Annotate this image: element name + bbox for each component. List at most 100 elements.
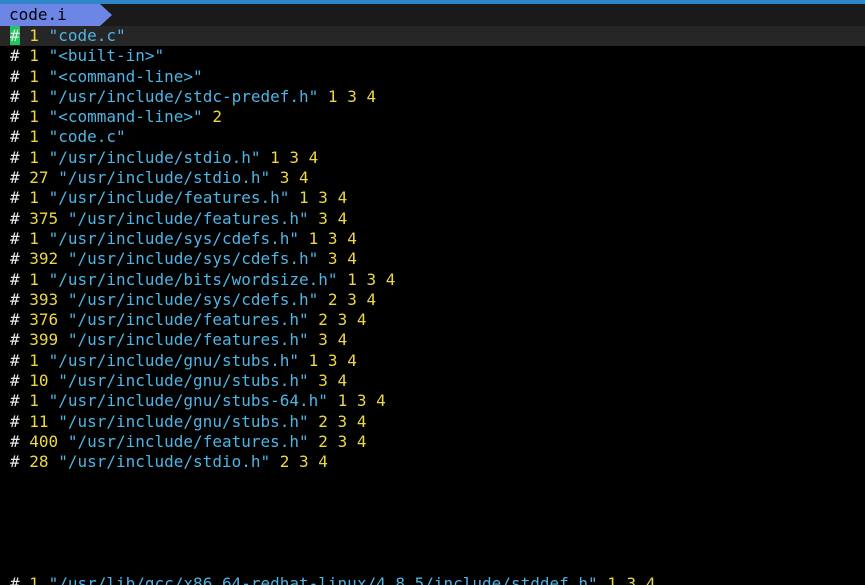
code-line[interactable]: # 1 "code.c" bbox=[0, 26, 865, 47]
code-line[interactable]: # 400 "/usr/include/features.h" 2 3 4 bbox=[0, 432, 865, 452]
code-line[interactable]: # 1 "<command-line>" 2 bbox=[0, 107, 865, 127]
hash-token: # bbox=[10, 411, 20, 431]
code-line[interactable]: # 399 "/usr/include/features.h" 3 4 bbox=[0, 330, 865, 350]
flags-token: 3 4 bbox=[318, 208, 348, 228]
line-number-token: 1 bbox=[29, 269, 39, 289]
code-line[interactable]: # 1 "/usr/include/stdc-predef.h" 1 3 4 bbox=[0, 87, 865, 107]
filename-string: "/usr/include/gnu/stubs.h" bbox=[48, 350, 300, 370]
line-number-token: 1 bbox=[29, 66, 39, 86]
line-number-token: 28 bbox=[29, 452, 49, 472]
filename-string: "/usr/include/features.h" bbox=[48, 188, 290, 208]
flags-token: 2 3 4 bbox=[279, 452, 328, 472]
flags-token: 2 bbox=[212, 107, 222, 127]
code-line[interactable]: # 1 "/usr/include/bits/wordsize.h" 1 3 4 bbox=[0, 270, 865, 290]
code-line[interactable]: # 1 "/usr/include/sys/cdefs.h" 1 3 4 bbox=[0, 229, 865, 249]
flags-token: 1 3 4 bbox=[347, 269, 396, 289]
code-line[interactable]: # 1 "code.c" bbox=[0, 127, 865, 147]
flags-token: 2 3 4 bbox=[318, 310, 367, 330]
code-line[interactable]: # 1 "<command-line>" bbox=[0, 67, 865, 87]
hash-token: # bbox=[10, 86, 20, 106]
filename-string: "code.c" bbox=[48, 127, 126, 147]
line-number-token: 376 bbox=[29, 310, 59, 330]
line-number-token: 393 bbox=[29, 289, 59, 309]
flags-token: 1 3 4 bbox=[327, 86, 377, 106]
hash-token: # bbox=[10, 431, 20, 451]
code-line[interactable]: # 10 "/usr/include/gnu/stubs.h" 3 4 bbox=[0, 371, 865, 391]
line-number-token: 375 bbox=[29, 208, 59, 228]
flags-token: 2 3 4 bbox=[318, 411, 367, 431]
filename-string: "/usr/include/stdio.h" bbox=[48, 147, 261, 167]
line-number-token: 1 bbox=[29, 574, 39, 585]
editor-buffer[interactable]: # 1 "code.c" # 1 "<built-in>" # 1 "<comm… bbox=[0, 26, 865, 473]
flags-token: 2 3 4 bbox=[318, 431, 367, 451]
filename-string: "code.c" bbox=[48, 26, 126, 45]
line-number-token: 392 bbox=[29, 249, 59, 269]
flags-token: 1 3 4 bbox=[299, 188, 348, 208]
flags-token: 3 4 bbox=[318, 371, 348, 391]
line-number-token: 10 bbox=[29, 371, 49, 391]
hash-token: # bbox=[10, 188, 20, 208]
code-line[interactable]: # 1 "/usr/include/features.h" 1 3 4 bbox=[0, 188, 865, 208]
code-line[interactable]: # 376 "/usr/include/features.h" 2 3 4 bbox=[0, 310, 865, 330]
flags-token: 3 4 bbox=[279, 168, 309, 188]
hash-token: # bbox=[10, 228, 20, 248]
line-number-token: 27 bbox=[29, 168, 49, 188]
line-number-token: 1 bbox=[29, 127, 39, 147]
hash-token: # bbox=[10, 46, 20, 66]
line-number-token: 1 bbox=[29, 228, 39, 248]
hash-token: # bbox=[10, 208, 20, 228]
filename-string: "/usr/include/gnu/stubs.h" bbox=[58, 371, 309, 391]
code-line[interactable]: # 1 "/usr/include/gnu/stubs.h" 1 3 4 bbox=[0, 351, 865, 371]
filename-string: "/usr/include/features.h" bbox=[67, 208, 309, 228]
flags-token: 3 4 bbox=[327, 249, 357, 269]
vim-window: code.i # 1 "code.c" # 1 "<built-in>" # 1… bbox=[0, 0, 865, 585]
filename-string: "/usr/include/sys/cdefs.h" bbox=[48, 228, 300, 248]
code-line[interactable]: # 1 "/usr/include/stdio.h" 1 3 4 bbox=[0, 148, 865, 168]
flags-token: 1 3 4 bbox=[308, 350, 357, 370]
filename-string: "<command-line>" bbox=[48, 66, 203, 86]
filename-string: "/usr/include/sys/cdefs.h" bbox=[67, 289, 319, 309]
flags-token: 1 3 4 bbox=[308, 228, 357, 248]
flags-token: 1 3 4 bbox=[337, 391, 386, 411]
text-cursor: # bbox=[10, 26, 20, 45]
hash-token: # bbox=[10, 350, 20, 370]
code-line-partial[interactable]: # 1 "/usr/lib/gcc/x86_64-redhat-linux/4.… bbox=[0, 574, 865, 585]
hash-token: # bbox=[10, 371, 20, 391]
flags-token: 1 3 4 bbox=[270, 147, 319, 167]
hash-token: # bbox=[10, 310, 20, 330]
line-number-token: 400 bbox=[29, 431, 59, 451]
hash-token: # bbox=[10, 391, 20, 411]
filename-string: "/usr/include/gnu/stubs-64.h" bbox=[48, 391, 328, 411]
filename-string: "/usr/include/stdio.h" bbox=[58, 452, 271, 472]
code-line[interactable]: # 375 "/usr/include/features.h" 3 4 bbox=[0, 209, 865, 229]
code-line[interactable]: # 392 "/usr/include/sys/cdefs.h" 3 4 bbox=[0, 249, 865, 269]
flags-token: 1 3 4 bbox=[607, 574, 656, 585]
tab-bar: code.i bbox=[0, 4, 865, 26]
hash-token: # bbox=[10, 147, 20, 167]
hash-token: # bbox=[10, 289, 20, 309]
code-line[interactable]: # 1 "/usr/include/gnu/stubs-64.h" 1 3 4 bbox=[0, 391, 865, 411]
hash-token: # bbox=[10, 330, 20, 350]
line-number-token: 1 bbox=[29, 391, 39, 411]
filename-string: "<built-in>" bbox=[48, 46, 165, 66]
code-line[interactable]: # 27 "/usr/include/stdio.h" 3 4 bbox=[0, 168, 865, 188]
filename-string: "<command-line>" bbox=[48, 107, 203, 127]
filename-string: "/usr/include/gnu/stubs.h" bbox=[58, 411, 309, 431]
filename-string: "/usr/include/sys/cdefs.h" bbox=[67, 249, 319, 269]
line-number-token: 1 bbox=[29, 350, 39, 370]
flags-token: 3 4 bbox=[318, 330, 348, 350]
line-number-token: 1 bbox=[29, 147, 39, 167]
filename-string: "/usr/include/bits/wordsize.h" bbox=[48, 269, 338, 289]
tab-label: code.i bbox=[9, 5, 67, 24]
line-number-token: 399 bbox=[29, 330, 59, 350]
code-line[interactable]: # 28 "/usr/include/stdio.h" 2 3 4 bbox=[0, 452, 865, 472]
code-line[interactable]: # 1 "<built-in>" bbox=[0, 46, 865, 66]
tab-code-i[interactable]: code.i bbox=[0, 4, 112, 26]
filename-string: "/usr/lib/gcc/x86_64-redhat-linux/4.8.5/… bbox=[48, 574, 598, 585]
filename-string: "/usr/include/features.h" bbox=[67, 431, 309, 451]
code-line[interactable]: # 393 "/usr/include/sys/cdefs.h" 2 3 4 bbox=[0, 290, 865, 310]
hash-token: # bbox=[10, 66, 20, 86]
hash-token: # bbox=[10, 574, 20, 585]
flags-token: 2 3 4 bbox=[327, 289, 377, 309]
code-line[interactable]: # 11 "/usr/include/gnu/stubs.h" 2 3 4 bbox=[0, 412, 865, 432]
